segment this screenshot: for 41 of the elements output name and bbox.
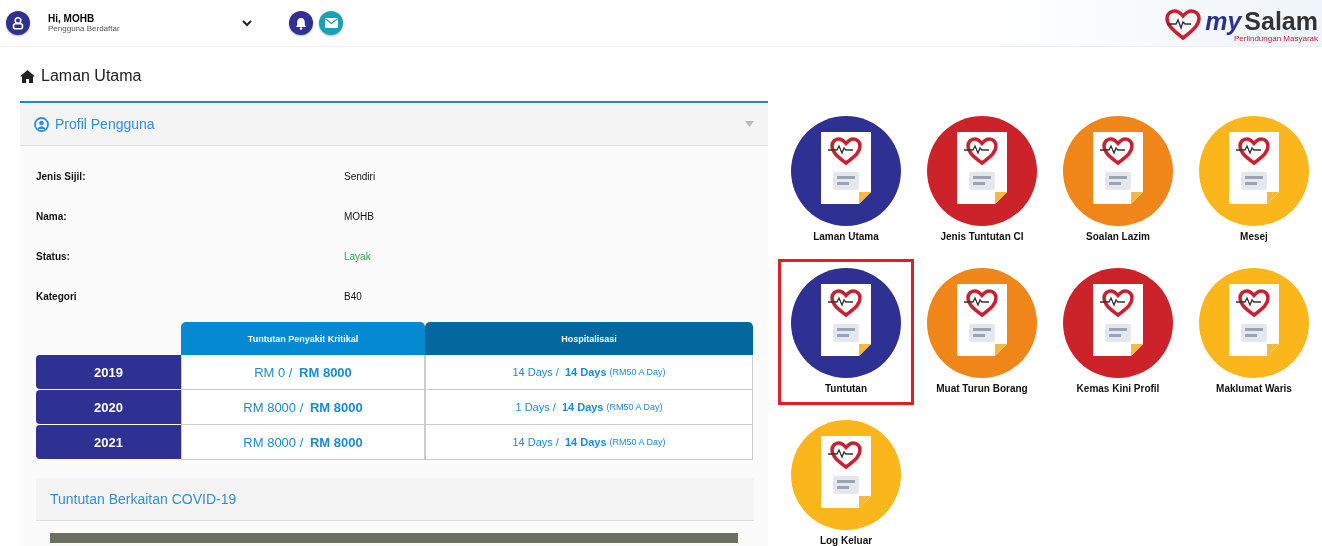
field-value: Sendiri bbox=[344, 170, 376, 182]
user-role: Pengguna Berdaftar bbox=[48, 24, 121, 33]
field-label: Status: bbox=[36, 250, 71, 262]
field-value: Layak bbox=[344, 250, 371, 262]
table-cell: RM 8000 / RM 8000 bbox=[181, 390, 425, 425]
mail-icon[interactable] bbox=[319, 11, 343, 35]
notification-bell-icon[interactable] bbox=[289, 11, 313, 35]
menu-tile[interactable]: Soalan Lazim bbox=[1050, 107, 1186, 253]
year-cell: 2021 bbox=[36, 425, 181, 459]
field-label: Nama: bbox=[36, 210, 68, 222]
year-cell: 2020 bbox=[36, 390, 181, 424]
menu-tile[interactable]: Kemas Kini Profil bbox=[1050, 259, 1186, 405]
menu-tile[interactable]: Mesej bbox=[1186, 107, 1322, 253]
table-cell: RM 8000 / RM 8000 bbox=[181, 425, 425, 460]
heart-pulse-icon bbox=[1165, 9, 1202, 41]
menu-tile[interactable]: Log Keluar bbox=[778, 411, 914, 546]
column-header: Hospitalisasi bbox=[425, 322, 753, 355]
brand-tagline: Perlindungan Masyarak bbox=[1233, 33, 1318, 43]
field-label: Kategori bbox=[36, 290, 78, 302]
field-label: Jenis Sijil: bbox=[36, 170, 87, 182]
menu-tile[interactable]: Jenis Tuntutan CI bbox=[914, 107, 1050, 253]
column-header: Tuntutan Penyakit Kritikal bbox=[181, 322, 425, 355]
user-icon[interactable] bbox=[6, 11, 30, 35]
menu-tile[interactable]: Muat Turun Borang bbox=[914, 259, 1050, 405]
table-cell: 14 Days / 14 Days (RM50 A Day) bbox=[425, 425, 753, 460]
home-icon bbox=[20, 69, 35, 83]
brand-logo-text: mySalam bbox=[1205, 7, 1318, 34]
menu-tile[interactable]: Laman Utama bbox=[778, 107, 914, 253]
table-cell: 14 Days / 14 Days (RM50 A Day) bbox=[425, 355, 753, 390]
user-greeting: Hi, MOHB bbox=[48, 13, 96, 24]
page-title: Laman Utama bbox=[41, 67, 142, 85]
year-cell: 2019 bbox=[36, 355, 181, 389]
table-cell: 1 Days / 14 Days (RM50 A Day) bbox=[425, 390, 753, 425]
user-circle-icon bbox=[34, 116, 49, 132]
chevron-down-icon[interactable] bbox=[242, 19, 252, 27]
panel-title: Profil Pengguna bbox=[55, 116, 155, 132]
field-value: B40 bbox=[344, 290, 362, 302]
menu-tile[interactable]: Maklumat Waris bbox=[1186, 259, 1322, 405]
table-cell: RM 0 / RM 8000 bbox=[181, 355, 425, 390]
field-value: MOHB bbox=[344, 210, 374, 222]
menu-tile[interactable]: Tuntutan bbox=[778, 259, 914, 405]
